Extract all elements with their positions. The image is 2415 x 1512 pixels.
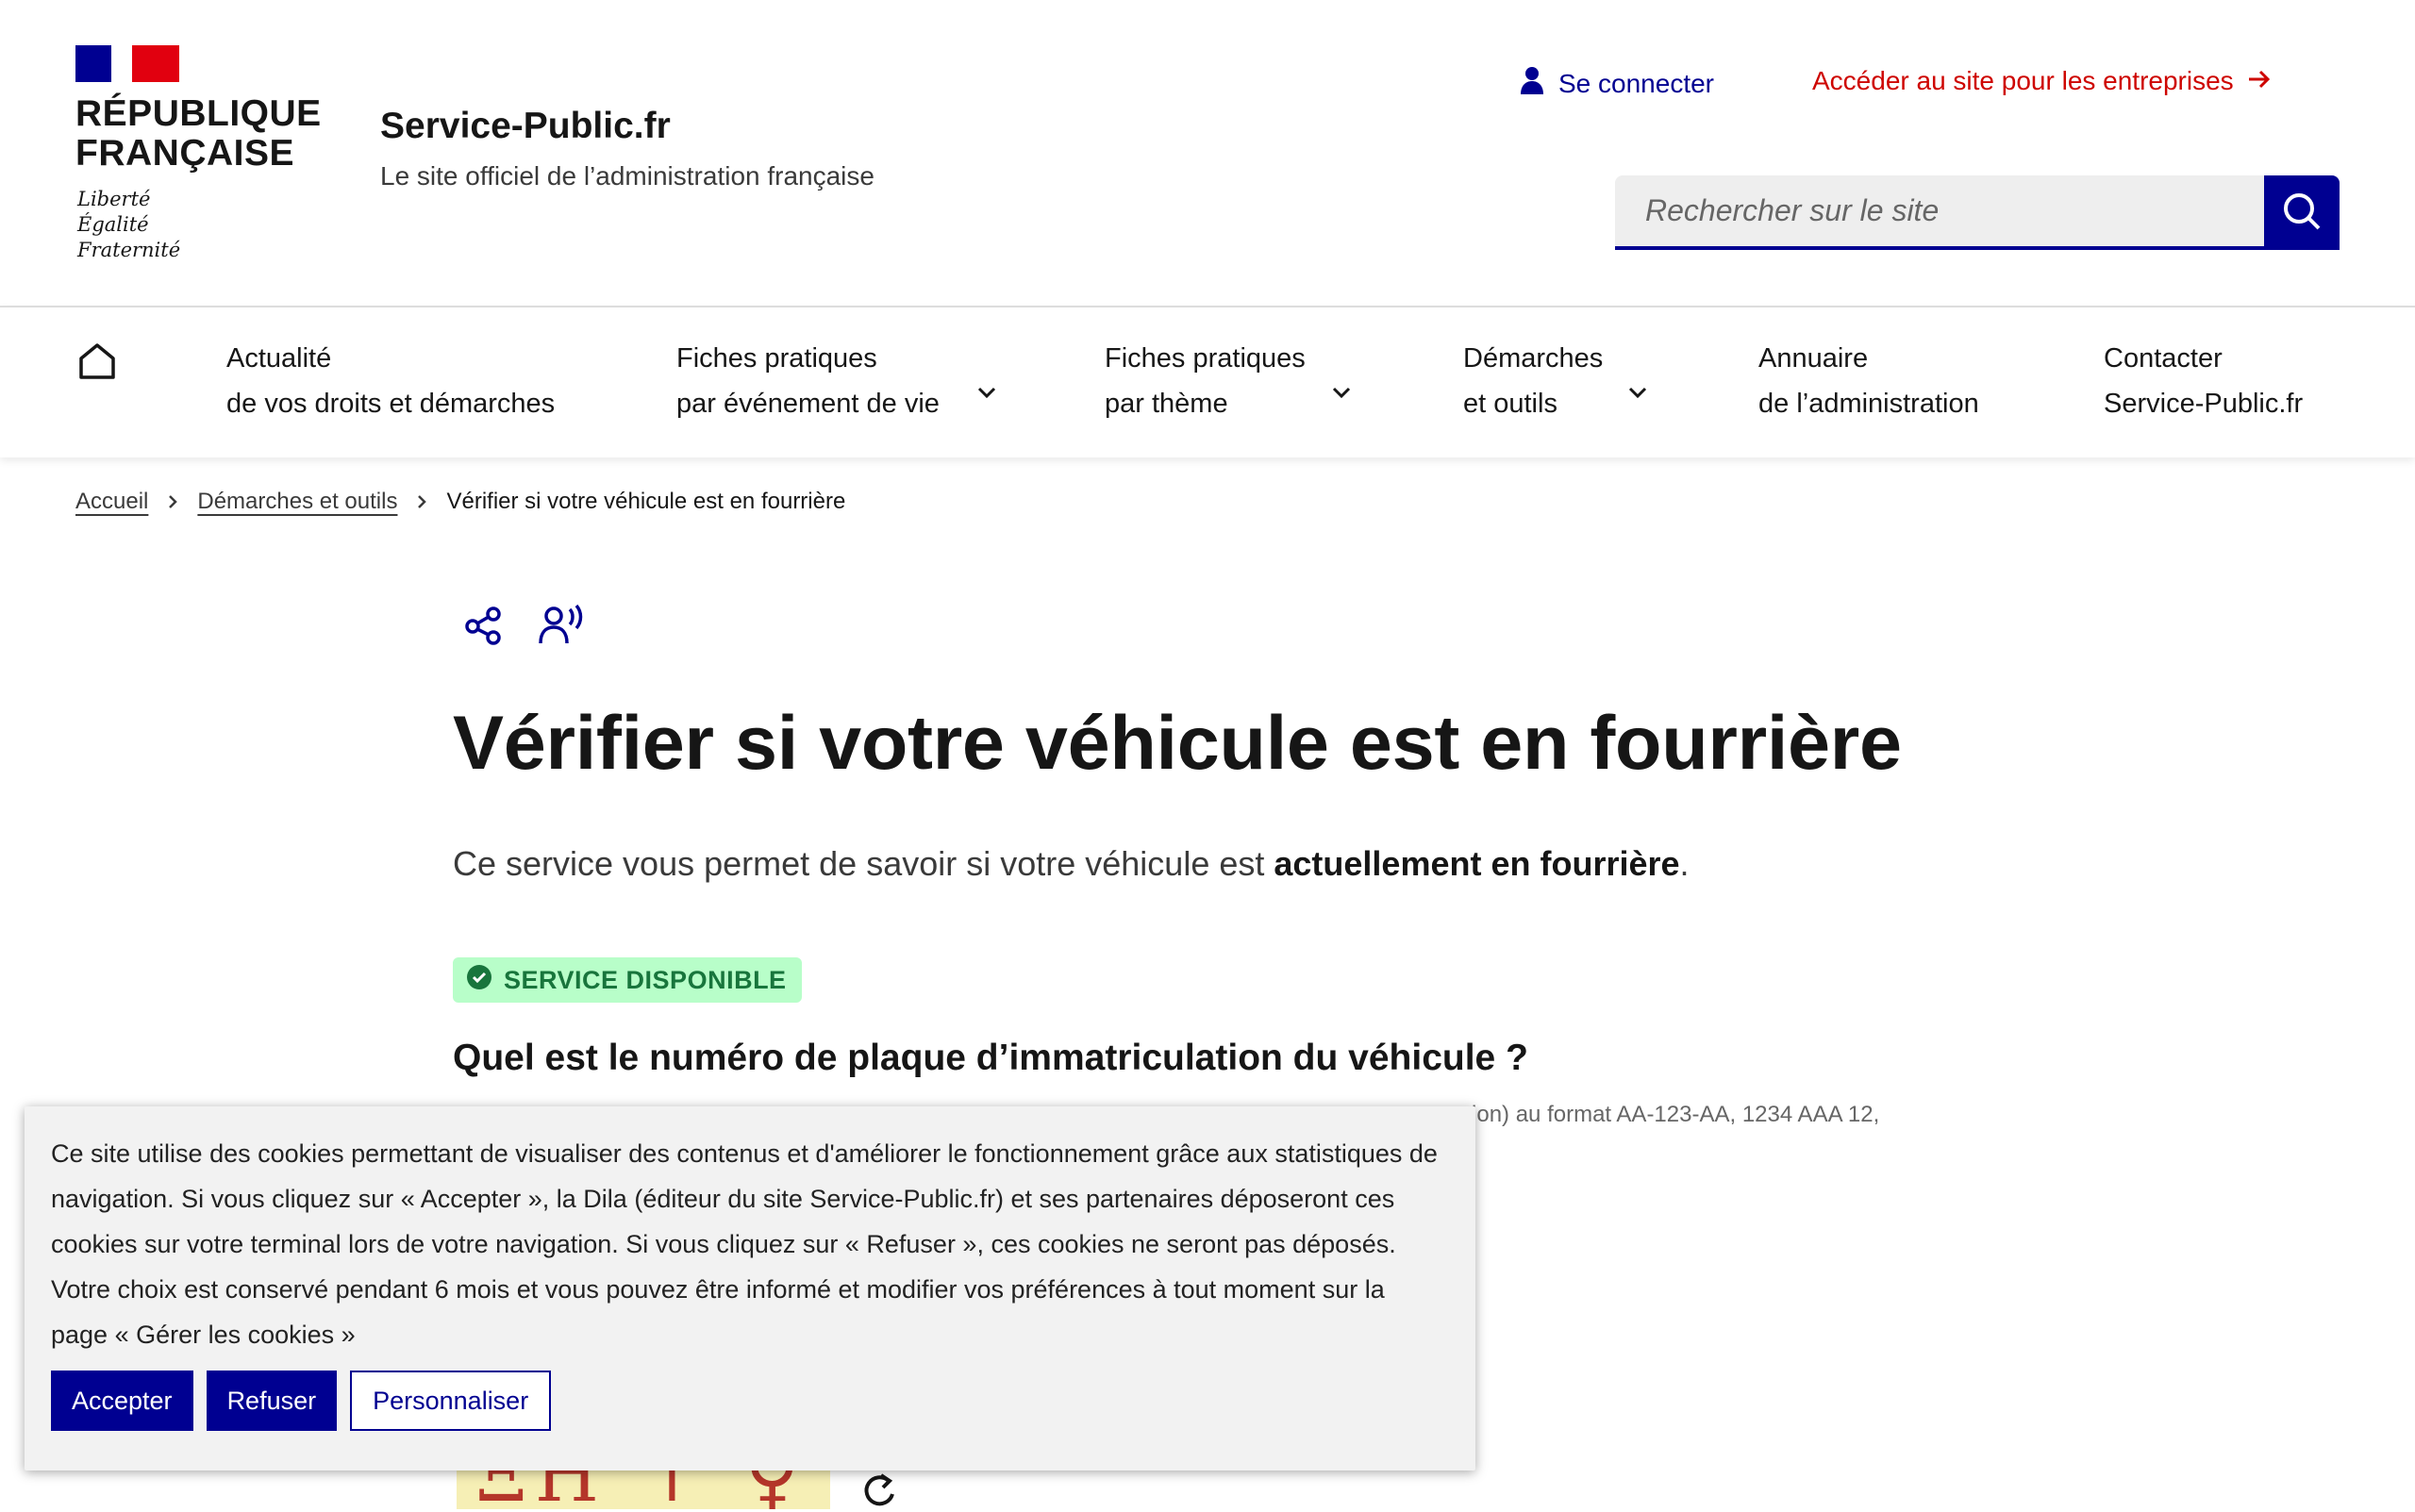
share-button[interactable] [462,604,506,650]
refuse-cookies-button[interactable]: Refuser [206,1371,338,1431]
page-title: Vérifier si votre véhicule est en fourri… [453,701,1902,786]
captcha-reload-button[interactable] [860,1471,902,1512]
search-input[interactable] [1615,175,2264,250]
chevron-right-icon [416,493,427,510]
chevron-down-icon [1331,368,1352,413]
chevron-down-icon [976,368,997,413]
nav-item-demarches[interactable]: Démarches et outils [1463,336,1652,426]
arrow-right-icon [2247,66,2272,96]
nav-home[interactable] [77,341,117,386]
nav-item-actualite[interactable]: Actualité de vos droits et démarches [226,336,555,426]
text-to-speech-icon [538,604,585,650]
search-button[interactable] [2264,175,2340,250]
cookie-text: Ce site utilise des cookies permettant d… [51,1139,1438,1349]
plate-question: Quel est le numéro de plaque d’immatricu… [453,1038,1528,1078]
enterprise-site-link[interactable]: Accéder au site pour les entreprises [1812,66,2272,96]
page-lead: Ce service vous permet de savoir si votr… [453,844,1690,883]
site-header: RÉPUBLIQUE FRANÇAISE Liberté Égalité Fra… [0,0,2415,306]
accept-cookies-button[interactable]: Accepter [51,1371,193,1431]
user-icon [1521,66,1543,101]
check-circle-icon [466,964,492,997]
republique-francaise-logo-text[interactable]: RÉPUBLIQUE FRANÇAISE [75,94,322,174]
breadcrumb: Accueil Démarches et outils Vérifier si … [75,489,845,515]
main-nav: Actualité de vos droits et démarches Fic… [0,306,2415,457]
breadcrumb-demarches[interactable]: Démarches et outils [197,489,397,515]
site-tagline: Le site officiel de l’administration fra… [380,161,874,191]
nav-item-fiches-evenement[interactable]: Fiches pratiques par événement de vie [676,336,997,426]
cookie-banner: Ce site utilise des cookies permettant d… [25,1106,1475,1470]
nav-item-contacter[interactable]: Contacter Service-Public.fr [2104,336,2303,426]
search-bar [1615,175,2340,250]
chevron-right-icon [167,493,178,510]
listen-button[interactable] [538,604,585,650]
site-title[interactable]: Service-Public.fr [380,106,671,147]
search-icon [2282,191,2322,234]
nav-item-annuaire[interactable]: Annuaire de l’administration [1758,336,1979,426]
nav-item-fiches-theme[interactable]: Fiches pratiques par thème [1105,336,1359,426]
customize-cookies-button[interactable]: Personnaliser [350,1371,552,1431]
breadcrumb-accueil[interactable]: Accueil [75,489,148,515]
enterprise-label: Accéder au site pour les entreprises [1812,66,2234,95]
share-icon [462,606,506,650]
breadcrumb-current: Vérifier si votre véhicule est en fourri… [446,489,846,514]
login-label: Se connecter [1558,68,1714,98]
marianne-logo[interactable] [75,45,179,82]
cookie-buttons: Accepter Refuser Personnaliser [51,1371,552,1431]
status-badge: SERVICE DISPONIBLE [453,957,802,1003]
refresh-icon [860,1473,902,1512]
chevron-down-icon [1627,368,1648,413]
home-icon [77,343,117,385]
devise: Liberté Égalité Fraternité [77,188,181,261]
login-link[interactable]: Se connecter [1521,66,1714,101]
page-tools [462,604,585,650]
